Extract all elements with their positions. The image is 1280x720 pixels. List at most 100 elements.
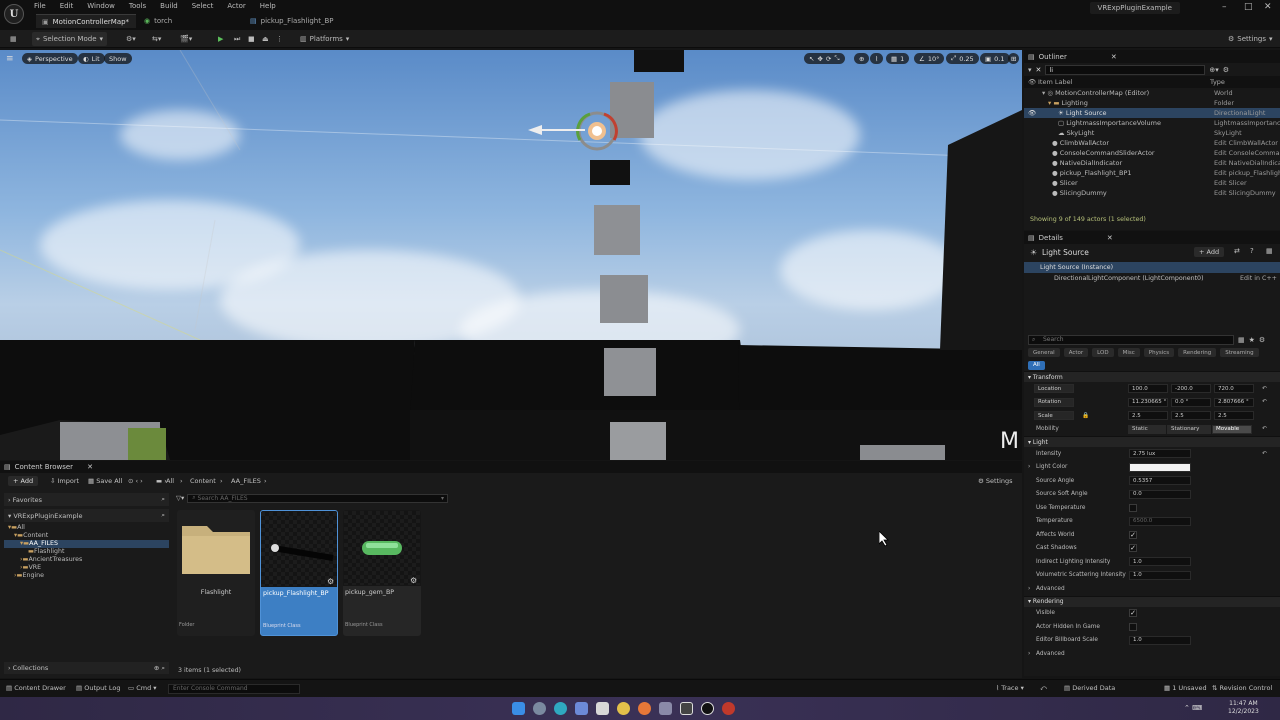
tree-item[interactable]: ▾▬Content — [4, 532, 169, 540]
move-icon[interactable]: ✥ — [817, 55, 822, 63]
asset-tile-flashlight-folder[interactable]: Flashlight Folder — [177, 510, 255, 636]
gear-icon[interactable]: ⚙ — [1259, 336, 1265, 344]
edit-cpp-link[interactable]: Edit in C++ — [1240, 275, 1277, 282]
scale-icon[interactable]: ⤡ — [834, 54, 839, 63]
close-icon[interactable]: ✕ — [1264, 2, 1272, 12]
asset-tile-pickup-flashlight[interactable]: ⚙ pickup_Flashlight_BP Blueprint Class — [260, 510, 338, 636]
filter-icon[interactable]: ▾ — [1028, 66, 1032, 74]
filter-general[interactable]: General — [1028, 348, 1060, 357]
tree-row[interactable]: ▾ ◎ MotionControllerMap (Editor) World — [1024, 88, 1280, 98]
prop-advanced-rendering[interactable]: › Advanced — [1024, 647, 1280, 661]
save-all-button[interactable]: ▦ Save All — [88, 477, 122, 485]
component-row[interactable]: DirectionalLightComponent (LightComponen… — [1024, 273, 1280, 285]
platforms-button[interactable]: ▥ Platforms ▾ — [296, 32, 353, 46]
actor-hidden-checkbox[interactable] — [1129, 622, 1137, 631]
rotation-z[interactable]: 2.807666 ° — [1214, 397, 1254, 407]
tree-row[interactable]: ● pickup_Flashlight_BP1 Edit pickup_Flash… — [1024, 168, 1280, 178]
tree-row[interactable]: ● ConsoleCommandSliderActor Edit ConsoleC… — [1024, 148, 1280, 158]
eject-icon[interactable]: ⏏ — [258, 32, 273, 46]
selection-mode-button[interactable]: ⌖ Selection Mode ▾ — [32, 32, 108, 46]
scale-y[interactable]: 2.5 — [1171, 411, 1211, 421]
reset-icon[interactable]: ↶ — [1262, 399, 1267, 405]
tree-row[interactable]: ▢ LightmassImportanceVolume LightmassImpo… — [1024, 118, 1280, 128]
rotation-y[interactable]: 0.0 ° — [1171, 397, 1211, 407]
blueprint-icon[interactable]: ⇄ — [1234, 247, 1240, 255]
menu-select[interactable]: Select — [192, 2, 214, 10]
select-icon[interactable]: ↖ — [809, 55, 814, 63]
use-temperature-checkbox[interactable] — [1129, 503, 1137, 512]
section-transform[interactable]: ▾ Transform — [1024, 371, 1280, 382]
clock[interactable]: 11:47 AM 12/2/2023 — [1228, 700, 1259, 716]
reset-icon[interactable]: ↶ — [1262, 386, 1267, 392]
close-icon[interactable]: ✕ — [1111, 53, 1117, 61]
menu-tools[interactable]: Tools — [129, 2, 146, 10]
hamburger-icon[interactable]: ≡ — [6, 54, 14, 64]
play-options-icon[interactable]: ⋮ — [272, 32, 287, 46]
rotate-icon[interactable]: ⟳ — [826, 55, 831, 63]
maximize-icon[interactable]: □ — [1244, 2, 1253, 12]
close-icon[interactable]: ✕ — [87, 463, 93, 471]
indirect-lighting-field[interactable]: 1.0 — [1129, 557, 1191, 567]
breadcrumb-aa-files[interactable]: AA_FILES — [231, 477, 261, 485]
light-color-swatch[interactable] — [1129, 462, 1191, 472]
temperature-field[interactable]: 6500.0 — [1129, 516, 1191, 526]
scale-dropdown[interactable]: Scale — [1034, 411, 1074, 421]
level-viewport[interactable]: M ≡ ◈ Perspective ◐ Lit Show ↖ ✥ ⟳ ⤡ ⊕ ⌇ ▦ 1 ∠… — [0, 50, 1022, 460]
tree-item[interactable]: ›▬VRE — [4, 564, 169, 572]
trace-button[interactable]: ⌇ Trace ▾ — [996, 684, 1024, 692]
step-icon[interactable]: ⏭ — [230, 32, 244, 46]
camera-speed-button[interactable]: ▣ 0.1 — [980, 53, 1010, 64]
tree-row[interactable]: ▾ ▬ Lighting Folder — [1024, 98, 1280, 108]
grid-snap-button[interactable]: ▦ 1 — [886, 53, 910, 64]
add-component-button[interactable]: + Add — [1194, 247, 1225, 257]
show-button[interactable]: Show — [104, 53, 132, 64]
filter-lod[interactable]: LOD — [1092, 348, 1114, 357]
mail-icon[interactable] — [575, 702, 588, 715]
outliner-search-input[interactable]: li — [1045, 64, 1206, 75]
revision-control-button[interactable]: ⇅ Revision Control — [1212, 684, 1272, 692]
filter-physics[interactable]: Physics — [1143, 348, 1175, 357]
chrome-icon[interactable] — [617, 702, 630, 715]
column-type[interactable]: Type — [1210, 78, 1225, 86]
filter-rendering[interactable]: Rendering — [1178, 348, 1217, 357]
tree-row-selected[interactable]: 👁 ☀ Light Source DirectionalLight — [1024, 108, 1280, 118]
visible-checkbox[interactable]: ✓ — [1129, 609, 1137, 618]
menu-actor[interactable]: Actor — [227, 2, 245, 10]
menu-file[interactable]: File — [34, 2, 46, 10]
instance-row[interactable]: Light Source (Instance) — [1024, 262, 1280, 273]
menu-edit[interactable]: Edit — [60, 2, 74, 10]
close-icon[interactable]: ✕ — [1107, 234, 1113, 242]
tray-icons[interactable]: ⌃ ⌨ — [1184, 704, 1202, 712]
filter-all[interactable]: All — [1028, 360, 1045, 370]
add-button[interactable]: + Add — [8, 476, 39, 486]
save-icon[interactable]: ▦ — [6, 32, 21, 46]
section-light[interactable]: ▾ Light — [1024, 436, 1280, 447]
favorites-header[interactable]: › Favorites ⌕ — [4, 493, 169, 506]
settings-button[interactable]: ⚙ Settings ▾ — [1224, 32, 1277, 46]
edge-icon[interactable] — [554, 702, 567, 715]
tree-item[interactable]: ▬Flashlight — [4, 548, 169, 556]
mobility-movable[interactable]: Movable — [1212, 424, 1252, 434]
source-soft-angle-field[interactable]: 0.0 — [1129, 489, 1191, 499]
unreal-taskbar-icon[interactable] — [701, 702, 714, 715]
asset-tile-pickup-gem[interactable]: ⚙ pickup_gem_BP Blueprint Class — [343, 510, 421, 636]
eye-icon[interactable]: 👁 — [1028, 109, 1036, 117]
mobility-static[interactable]: Static — [1128, 424, 1166, 434]
scale-z[interactable]: 2.5 — [1214, 411, 1254, 421]
lock-icon[interactable]: 🔒 — [1082, 413, 1089, 419]
tree-item-selected[interactable]: ▾▬AA_FILES — [4, 540, 169, 548]
affects-world-checkbox[interactable]: ✓ — [1129, 530, 1137, 539]
tree-item[interactable]: ›▬AncientTreasures — [4, 556, 169, 564]
output-log-button[interactable]: ▤ Output Log — [76, 684, 120, 692]
column-item-label[interactable]: Item Label — [1038, 78, 1072, 86]
minimize-icon[interactable]: – — [1222, 2, 1227, 12]
tree-item[interactable]: ▾▬All — [4, 524, 169, 532]
content-add-button[interactable]: ⚙▾ — [122, 32, 140, 46]
recorder-icon[interactable] — [722, 702, 735, 715]
location-x[interactable]: 100.0 — [1128, 384, 1168, 394]
clear-search-icon[interactable]: ✕ — [1036, 66, 1042, 74]
search-icon[interactable]: ⌕ — [161, 495, 165, 504]
undo-history-icon[interactable]: ⤺ — [1040, 684, 1047, 693]
source-angle-field[interactable]: 0.5357 — [1129, 476, 1191, 486]
play-icon[interactable]: ▶ — [214, 32, 227, 46]
